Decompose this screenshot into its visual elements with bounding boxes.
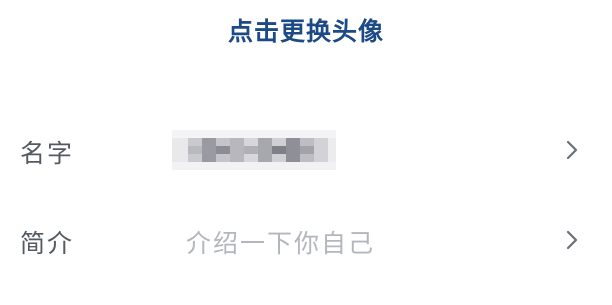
- name-label: 名字: [20, 139, 75, 168]
- chevron-right-icon: [562, 140, 582, 160]
- name-value-obscured: [172, 126, 336, 174]
- chevron-right-icon: [562, 230, 582, 250]
- name-row[interactable]: 名字: [0, 120, 612, 180]
- change-avatar-link[interactable]: 点击更换头像: [0, 12, 612, 48]
- bio-row[interactable]: 简介 介绍一下你自己: [0, 210, 612, 270]
- bio-placeholder: 介绍一下你自己: [186, 229, 376, 258]
- profile-edit-page: 点击更换头像 名字 简介 介绍一下你自己: [0, 0, 612, 305]
- bio-label: 简介: [20, 229, 75, 258]
